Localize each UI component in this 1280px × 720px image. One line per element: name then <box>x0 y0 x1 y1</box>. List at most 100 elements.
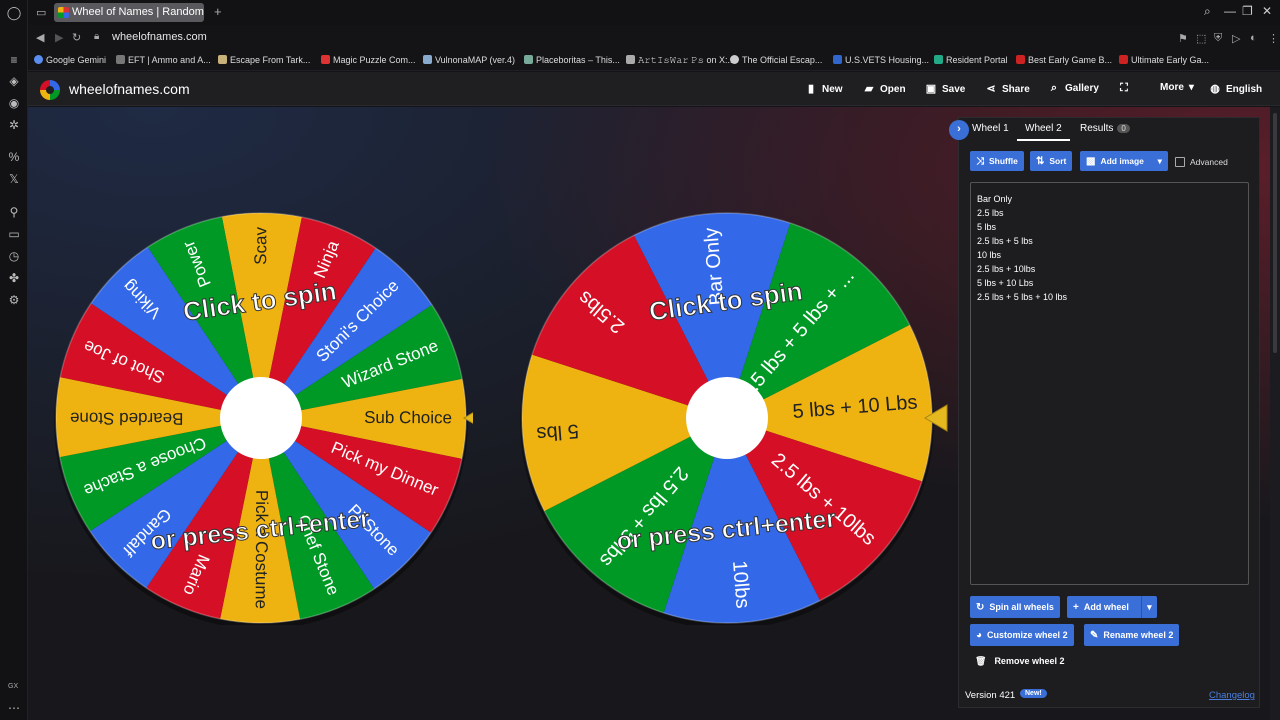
bookmark-item[interactable]: U.S.VETS Housing... <box>833 55 929 65</box>
wheel-1[interactable]: Scav Ninja Stoni's Choice Wizard Stone Sub C… <box>53 210 487 629</box>
opera-logo-icon[interactable]: ◯ <box>6 5 22 21</box>
sidebar-history-icon[interactable]: ◷ <box>6 248 22 264</box>
more-button[interactable]: More ▾ <box>1160 82 1194 93</box>
lock-icon: 🔒︎ <box>94 31 100 42</box>
search-tabs-icon[interactable]: ⌕ <box>1204 4 1211 19</box>
shuffle-button[interactable]: ⤨ Shuffle <box>970 151 1024 171</box>
save-icon: ▣ <box>925 83 937 95</box>
add-image-button[interactable]: ▩ Add image ▾ <box>1080 151 1168 171</box>
save-button[interactable]: ▣ Save <box>925 82 966 95</box>
tab-title: Wheel of Names | Random <box>72 6 204 18</box>
wheel-logo-icon[interactable] <box>40 80 60 100</box>
sidebar-tool-icon[interactable]: ⚲ <box>6 204 22 220</box>
wheel-2[interactable]: Bar Only 2.5 lbs + 5 lbs + ... 5 lbs + 10 … <box>520 210 950 629</box>
tab-results[interactable]: Results 0 <box>1080 123 1130 134</box>
fullscreen-button[interactable]: ⛶ <box>1118 82 1135 95</box>
menu-icon[interactable]: ⋮ <box>1268 32 1279 45</box>
bookmark-item[interactable]: 𝙰𝚛𝚝𝙸𝚜𝚆𝚊𝚛 𝙿𝚜 on X:... <box>626 55 735 66</box>
bookmark-item[interactable]: Best Early Game B... <box>1016 55 1112 65</box>
snapshot-icon[interactable]: ⬚ <box>1196 32 1206 45</box>
pencil-icon: ✎ <box>1090 630 1099 641</box>
wheel-2-center-hub[interactable] <box>686 377 768 459</box>
sidebar-percent-icon[interactable]: % <box>6 149 22 165</box>
page-scrollbar[interactable] <box>1270 107 1280 720</box>
bookmark-item[interactable]: Resident Portal <box>934 55 1008 65</box>
vpn-icon[interactable]: ◐ <box>1250 32 1257 44</box>
bookmark-item[interactable]: Google Gemini <box>34 55 106 65</box>
bookmark-item[interactable]: Magic Puzzle Com... <box>321 55 416 65</box>
gallery-button[interactable]: ⌕ Gallery <box>1048 82 1099 95</box>
entry-line: 2.5 lbs + 10lbs <box>977 264 1036 274</box>
globe-icon: ◍ <box>1210 83 1220 95</box>
browser-sidebar: ◯ ≡ ◈ ◉ ✲ % 𝕏 ⚲ ▭ ◷ ✤ ⚙ GX ⋯ <box>0 0 28 720</box>
address-bar: ◀ ▶ ↻ 🔒︎ wheelofnames.com ⚑ ⬚ ⛨ ▷ ◐ ⋮ <box>28 25 1280 51</box>
version-label: Version 421 <box>965 690 1016 701</box>
add-wheel-dropdown-icon[interactable]: ▾ <box>1140 596 1157 618</box>
open-button[interactable]: ▰ Open <box>863 82 906 95</box>
browser-tab-wheel-of-names[interactable]: Wheel of Names | Random <box>54 3 204 22</box>
sidebar-more-icon[interactable]: ⋯ <box>6 700 22 716</box>
sidebar-extensions-icon[interactable]: ✤ <box>6 270 22 286</box>
changelog-link[interactable]: Changelog <box>1209 690 1255 701</box>
back-icon[interactable]: ◀ <box>36 31 44 44</box>
wheel-1-center-hub[interactable] <box>220 377 302 459</box>
sidebar-gx-control-icon[interactable]: ◈ <box>6 73 22 89</box>
new-file-icon: ▮ <box>807 83 815 95</box>
entry-line: 5 lbs + 10 Lbs <box>977 278 1034 288</box>
tab-menu-icon[interactable]: ▭ <box>36 6 46 19</box>
wheel-1-segment-label: Bearded Stone <box>70 409 184 428</box>
url-field[interactable]: wheelofnames.com <box>112 31 207 43</box>
bookmark-item[interactable]: EFT | Ammo and A... <box>116 55 211 65</box>
new-button[interactable]: ▮ New <box>805 82 843 95</box>
sidebar-twitch-icon[interactable]: ◉ <box>6 95 22 111</box>
sidebar-settings-icon[interactable]: ⚙ <box>6 292 22 308</box>
wheel-2-canvas[interactable]: Bar Only 2.5 lbs + 5 lbs + ...5 lbs + 10 … <box>520 210 950 629</box>
reload-icon[interactable]: ↻ <box>72 31 81 44</box>
spin-all-wheels-button[interactable]: ↻ Spin all wheels <box>970 596 1060 618</box>
sidebar-x-icon[interactable]: 𝕏 <box>6 171 22 187</box>
close-window-icon[interactable]: ✕ <box>1262 4 1272 18</box>
entries-textarea[interactable]: Bar Only 2.5 lbs 5 lbs 2.5 lbs + 5 lbs 1… <box>970 182 1249 585</box>
new-tab-icon[interactable]: + <box>214 5 222 19</box>
entry-line: Bar Only <box>977 194 1013 204</box>
entry-line: 2.5 lbs + 5 lbs + 10 lbs <box>977 292 1068 302</box>
adblock-icon[interactable]: ⛨ <box>1214 32 1222 45</box>
add-wheel-button[interactable]: + Add wheel ▾ <box>1067 596 1157 618</box>
bookmark-page-icon[interactable]: ⚑ <box>1178 32 1188 45</box>
bookmark-item[interactable]: Ultimate Early Ga... <box>1119 55 1209 65</box>
collapse-panel-button[interactable]: › <box>949 120 969 140</box>
tab-wheel-2[interactable]: Wheel 2 <box>1017 123 1070 141</box>
bookmark-item[interactable]: Placeboritas – This... <box>524 55 620 65</box>
customize-wheel-button[interactable]: ◕ Customize wheel 2 <box>970 624 1074 646</box>
advanced-checkbox[interactable] <box>1175 157 1185 167</box>
site-name[interactable]: wheelofnames.com <box>69 81 190 97</box>
restore-icon[interactable]: ❐ <box>1242 4 1253 18</box>
rename-wheel-button[interactable]: ✎ Rename wheel 2 <box>1084 624 1180 646</box>
wheel-1-canvas[interactable]: Scav NinjaStoni's ChoiceWizard StoneSub C… <box>53 210 487 629</box>
tab-wheel-1[interactable]: Wheel 1 <box>972 123 1009 134</box>
wheel-editor-panel: › Wheel 1 Wheel 2 Results 0 ⤨ Shuffle ⇅ Sor… <box>949 117 1260 708</box>
bookmark-item[interactable]: Escape From Tark... <box>218 55 310 65</box>
bookmark-item[interactable]: VulnonaMAP (ver.4) <box>423 55 515 65</box>
language-button[interactable]: ◍ English <box>1209 82 1262 95</box>
sidebar-aria-icon[interactable]: ✲ <box>6 117 22 133</box>
sidebar-wallet-icon[interactable]: ▭ <box>6 226 22 242</box>
shuffle-icon: ⤨ <box>976 156 984 167</box>
forward-icon[interactable]: ▶ <box>55 31 63 44</box>
palette-icon: ◕ <box>976 630 983 641</box>
image-icon: ▩ <box>1086 156 1096 167</box>
minimize-icon[interactable]: — <box>1224 4 1236 18</box>
wheel-2-segment-label: 5 lbs <box>536 419 580 444</box>
sidebar-flow-icon[interactable]: ≡ <box>6 52 22 68</box>
player-icon[interactable]: ▷ <box>1232 32 1240 45</box>
sort-button[interactable]: ⇅ Sort <box>1030 151 1073 171</box>
folder-icon: ▰ <box>864 83 874 95</box>
tab-bar: ▭ Wheel of Names | Random + ⌕ — ❐ ✕ <box>28 0 1280 25</box>
add-image-dropdown-icon[interactable]: ▾ <box>1158 151 1162 171</box>
wheel-favicon-icon <box>58 7 69 18</box>
remove-wheel-button[interactable]: 🗑︎ Remove wheel 2 <box>975 656 1064 667</box>
share-button[interactable]: ⋖ Share <box>985 82 1029 95</box>
bookmark-item[interactable]: The Official Escap... <box>730 55 822 65</box>
plus-icon: + <box>1073 602 1079 613</box>
scrollbar-thumb[interactable] <box>1273 113 1277 353</box>
